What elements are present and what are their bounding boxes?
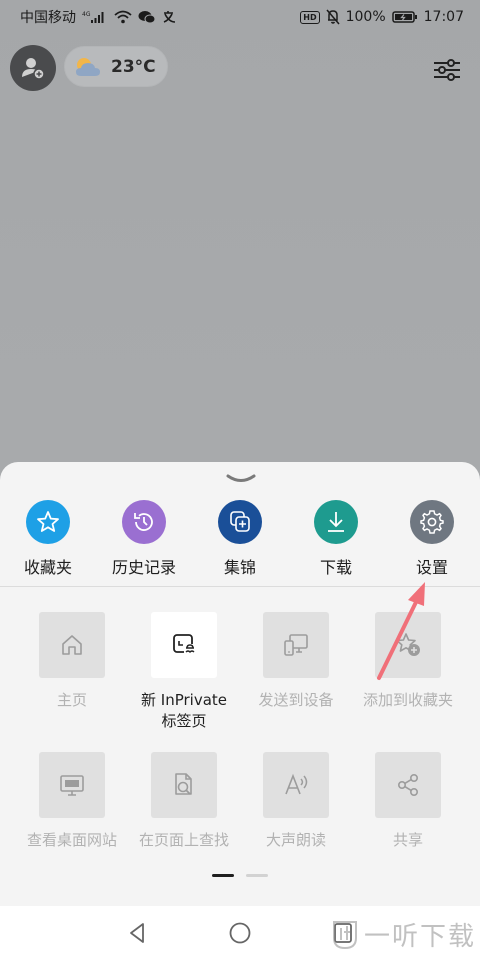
desktop-site-icon: [39, 752, 105, 818]
home-nav-button[interactable]: [225, 918, 255, 948]
inprivate-tab-icon: [151, 612, 217, 678]
wifi-icon: [114, 10, 132, 24]
add-favorite-icon: [375, 612, 441, 678]
menu-item-add-to-favorites[interactable]: 添加到收藏夹: [352, 612, 464, 711]
network-type: 4G: [82, 11, 91, 18]
translate-icon: [162, 10, 178, 24]
menu-item-label: 共享: [392, 831, 423, 849]
sheet-drag-handle[interactable]: [226, 470, 256, 482]
menu-item-new-inprivate-tab[interactable]: 新 InPrivate 标签页: [128, 612, 240, 732]
history-button[interactable]: 历史记录: [96, 500, 192, 584]
battery-charging-icon: [391, 10, 418, 24]
menu-item-label: 主页: [56, 691, 87, 709]
profile-button[interactable]: [10, 45, 56, 91]
watermark-logo-icon: [333, 920, 357, 949]
menu-item-label: 添加到收藏夹: [362, 691, 453, 709]
send-to-device-icon: [263, 612, 329, 678]
partly-cloudy-icon: [76, 57, 100, 76]
page-dot-active[interactable]: [212, 874, 234, 877]
menu-item-read-aloud[interactable]: 大声朗读: [240, 752, 352, 851]
menu-item-find-in-page[interactable]: 在页面上查找: [128, 752, 240, 851]
watermark: 一听下载: [330, 916, 476, 953]
chevron-down-icon: [226, 474, 256, 482]
quick-action-label: 下载: [319, 558, 352, 577]
page-indicator: [0, 874, 480, 877]
page-dot[interactable]: [246, 874, 268, 877]
battery-percent: 100%: [345, 9, 386, 25]
clock: 17:07: [423, 9, 464, 25]
menu-item-label-line1: 新 InPrivate: [141, 691, 227, 709]
settings-button[interactable]: 设置: [384, 500, 480, 584]
weather-temperature: 23°C: [111, 56, 156, 77]
quick-action-label: 集锦: [223, 558, 256, 577]
back-triangle-icon: [130, 923, 144, 943]
weather-widget[interactable]: 23°C: [64, 46, 168, 87]
downloads-button[interactable]: 下载: [288, 500, 384, 584]
gear-icon: [410, 500, 454, 544]
download-icon: [314, 500, 358, 544]
mute-bell-icon: [326, 9, 340, 25]
quick-action-label: 历史记录: [111, 558, 176, 577]
menu-item-label: 大声朗读: [265, 831, 326, 849]
menu-item-label: 发送到设备: [258, 691, 334, 709]
browser-menu-sheet: 收藏夹 历史记录 集锦 下载 设置 主页 新 InPrivate 标签页 发送到…: [0, 462, 480, 906]
collections-button[interactable]: 集锦: [192, 500, 288, 584]
collections-icon: [218, 500, 262, 544]
home-icon: [39, 612, 105, 678]
share-icon: [375, 752, 441, 818]
menu-item-home[interactable]: 主页: [16, 612, 128, 711]
menu-item-label: 在页面上查找: [138, 831, 229, 849]
menu-item-send-to-device[interactable]: 发送到设备: [240, 612, 352, 711]
star-icon: [26, 500, 70, 544]
menu-item-label-line2: 标签页: [161, 712, 207, 730]
wechat-icon: [138, 10, 156, 24]
history-icon: [122, 500, 166, 544]
back-button[interactable]: [122, 918, 152, 948]
watermark-text: 一听下载: [364, 922, 477, 952]
favorites-button[interactable]: 收藏夹: [0, 500, 96, 584]
read-aloud-icon: [263, 752, 329, 818]
menu-item-label: 查看桌面网站: [26, 831, 117, 849]
sliders-icon: [434, 59, 460, 81]
add-profile-icon: [22, 58, 45, 80]
divider: [0, 586, 480, 587]
find-in-page-icon: [151, 752, 217, 818]
home-circle-icon: [229, 922, 251, 944]
quick-action-label: 收藏夹: [23, 558, 72, 577]
signal-icon: 4G: [82, 10, 108, 24]
quick-action-label: 设置: [415, 558, 448, 577]
menu-item-desktop-site[interactable]: 查看桌面网站: [16, 752, 128, 851]
carrier-name: 中国移动: [20, 10, 76, 26]
status-bar: 中国移动 4G HD 100% 17:07: [0, 0, 480, 34]
hd-badge: HD: [300, 10, 320, 24]
page-settings-button[interactable]: [430, 55, 464, 85]
menu-item-share[interactable]: 共享: [352, 752, 464, 851]
quick-actions-row: 收藏夹 历史记录 集锦 下载 设置: [0, 500, 480, 584]
